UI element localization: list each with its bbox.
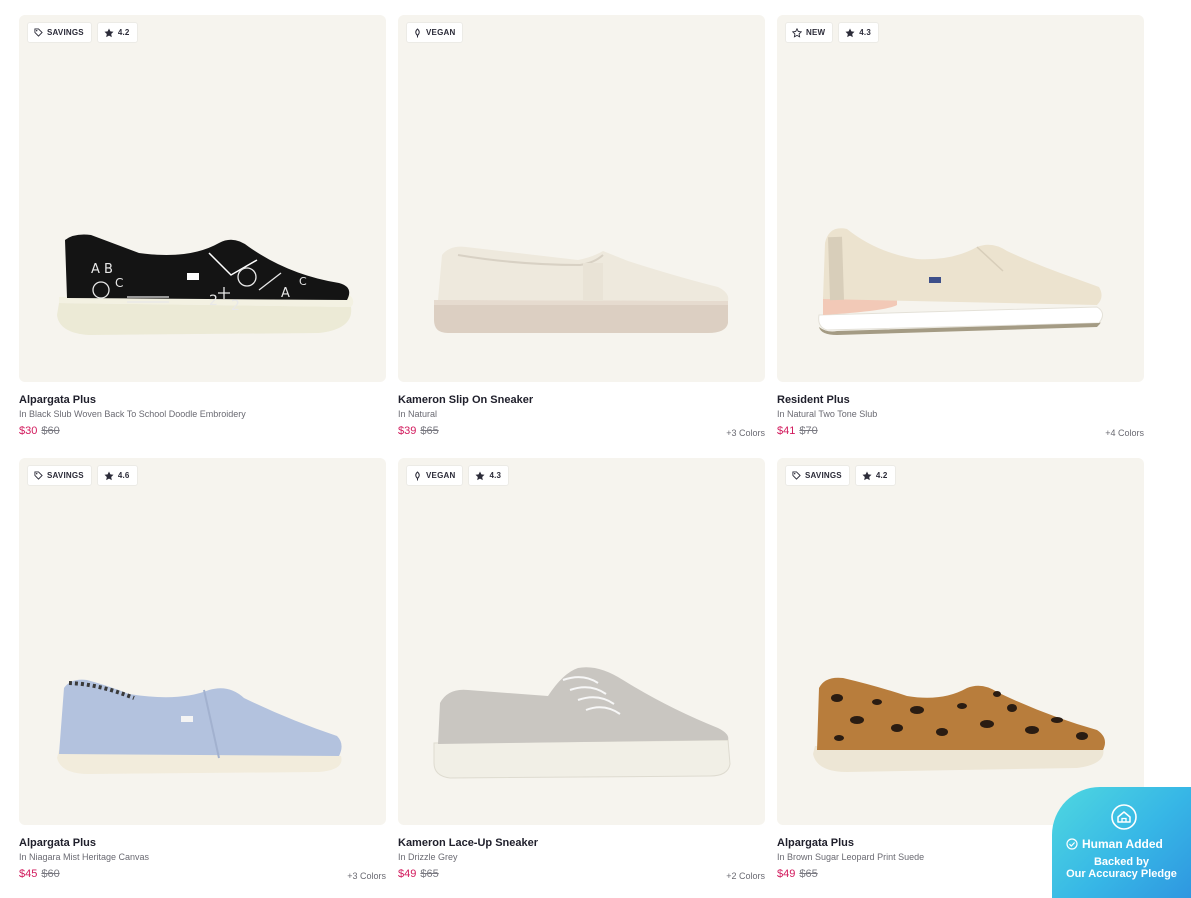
product-image[interactable]: SAVINGS 4.6 bbox=[19, 458, 386, 825]
check-circle-icon bbox=[1066, 838, 1078, 850]
original-price: $60 bbox=[41, 868, 60, 880]
product-name[interactable]: Alpargata Plus bbox=[19, 837, 96, 849]
svg-text:2: 2 bbox=[209, 293, 218, 309]
product-card[interactable]: SAVINGS 4.2 A B C 2 2 A C Alpargata Plus… bbox=[19, 15, 386, 452]
pledge-line-1: Backed by bbox=[1093, 856, 1150, 868]
product-variant: In Drizzle Grey bbox=[398, 852, 458, 862]
original-price: $65 bbox=[420, 425, 439, 437]
sale-price: $39 bbox=[398, 425, 417, 437]
shoe-image bbox=[433, 667, 731, 779]
pledge-title-text: Human Added bbox=[1082, 837, 1163, 851]
original-price: $65 bbox=[799, 868, 818, 880]
product-name[interactable]: Kameron Lace-Up Sneaker bbox=[398, 837, 538, 849]
product-name[interactable]: Alpargata Plus bbox=[777, 837, 854, 849]
svg-text:C: C bbox=[115, 276, 123, 290]
product-name[interactable]: Alpargata Plus bbox=[19, 394, 96, 406]
product-name[interactable]: Kameron Slip On Sneaker bbox=[398, 394, 533, 406]
sale-price: $30 bbox=[19, 425, 38, 437]
product-variant: In Natural bbox=[398, 409, 438, 419]
original-price: $60 bbox=[41, 425, 60, 437]
color-count-link[interactable]: +3 Colors bbox=[726, 428, 765, 438]
product-image[interactable]: VEGAN 4.3 bbox=[398, 458, 765, 825]
sale-price: $49 bbox=[777, 868, 796, 880]
product-variant: In Niagara Mist Heritage Canvas bbox=[19, 852, 150, 862]
product-image[interactable]: NEW 4.3 bbox=[777, 15, 1144, 382]
product-variant: In Brown Sugar Leopard Print Suede bbox=[777, 852, 925, 862]
price-row: $41 $70 bbox=[777, 425, 818, 437]
product-card[interactable]: NEW 4.3 Resident Plus In Natural Two Ton… bbox=[777, 15, 1144, 452]
price-row: $39 $65 bbox=[398, 425, 439, 437]
product-variant: In Black Slub Woven Back To School Doodl… bbox=[19, 409, 246, 419]
home-check-icon bbox=[1111, 804, 1137, 830]
svg-text:2: 2 bbox=[231, 298, 240, 314]
product-name[interactable]: Resident Plus bbox=[777, 394, 850, 406]
shoe-image: A B C 2 2 A C bbox=[57, 234, 354, 335]
product-variant: In Natural Two Tone Slub bbox=[777, 409, 878, 419]
shoe-image bbox=[813, 677, 1105, 772]
price-row: $49 $65 bbox=[777, 868, 818, 880]
price-row: $45 $60 bbox=[19, 868, 60, 880]
color-count-link[interactable]: +4 Colors bbox=[1105, 428, 1144, 438]
shoe-image bbox=[57, 679, 342, 774]
sale-price: $45 bbox=[19, 868, 38, 880]
product-info: Resident Plus In Natural Two Tone Slub $… bbox=[777, 382, 1144, 452]
product-info: Alpargata Plus In Black Slub Woven Back … bbox=[19, 382, 386, 452]
original-price: $70 bbox=[799, 425, 818, 437]
pledge-title: Human Added bbox=[1066, 837, 1163, 851]
product-image[interactable]: SAVINGS 4.2 A B C 2 2 A C bbox=[19, 15, 386, 382]
product-card[interactable]: VEGAN 4.3 Kameron Lace-Up Sneaker In Dri… bbox=[398, 458, 765, 895]
accuracy-pledge-badge[interactable]: Human Added Backed by Our Accuracy Pledg… bbox=[1052, 787, 1191, 898]
product-info: Kameron Lace-Up Sneaker In Drizzle Grey … bbox=[398, 825, 765, 895]
original-price: $65 bbox=[420, 868, 439, 880]
color-count-link[interactable]: +3 Colors bbox=[347, 871, 386, 881]
product-card[interactable]: SAVINGS 4.6 Alpargata Plus In Niagara Mi… bbox=[19, 458, 386, 895]
svg-text:A: A bbox=[281, 286, 290, 301]
svg-text:C: C bbox=[299, 275, 307, 288]
product-info: Kameron Slip On Sneaker In Natural $39 $6… bbox=[398, 382, 765, 452]
product-info: Alpargata Plus In Niagara Mist Heritage … bbox=[19, 825, 386, 895]
svg-text:A B: A B bbox=[91, 262, 113, 277]
shoe-image bbox=[818, 228, 1103, 335]
color-count-link[interactable]: +2 Colors bbox=[726, 871, 765, 881]
sale-price: $49 bbox=[398, 868, 417, 880]
price-row: $30 $60 bbox=[19, 425, 60, 437]
product-card[interactable]: VEGAN Kameron Slip On Sneaker In Natural… bbox=[398, 15, 765, 452]
product-image[interactable]: SAVINGS 4.2 bbox=[777, 458, 1144, 825]
pledge-line-2: Our Accuracy Pledge bbox=[1066, 868, 1177, 880]
shoe-image bbox=[434, 246, 729, 333]
sale-price: $41 bbox=[777, 425, 796, 437]
price-row: $49 $65 bbox=[398, 868, 439, 880]
product-image[interactable]: VEGAN bbox=[398, 15, 765, 382]
